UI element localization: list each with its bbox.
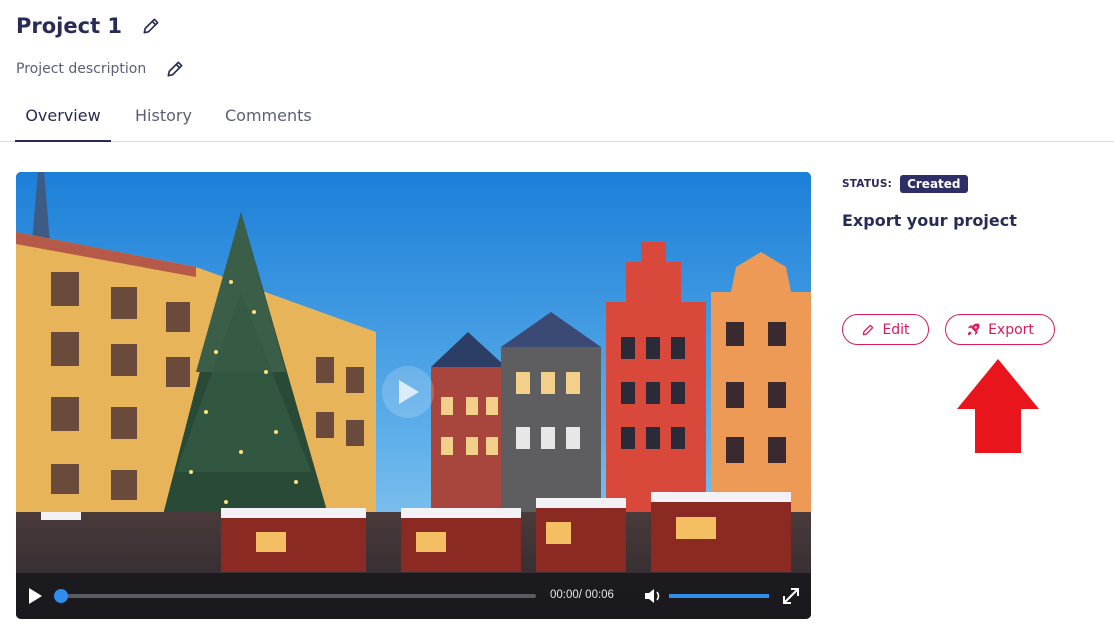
volume-slider[interactable] (669, 594, 769, 598)
project-title: Project 1 (16, 14, 123, 38)
pencil-icon (143, 18, 159, 34)
time-display: 00:00/ 00:06 (550, 589, 614, 601)
video-controls: 00:00/ 00:06 (16, 573, 811, 619)
volume-icon (645, 589, 660, 603)
fullscreen-icon (783, 588, 799, 604)
mute-button[interactable] (644, 587, 664, 605)
progress-bar[interactable] (54, 589, 536, 603)
tab-history[interactable]: History (135, 106, 192, 142)
progress-scrubber[interactable] (54, 589, 68, 603)
status-label: STATUS: (842, 178, 893, 190)
big-play-button[interactable] (382, 366, 434, 418)
video-player[interactable]: 00:00/ 00:06 (16, 172, 811, 619)
export-heading: Export your project (842, 211, 1017, 230)
pencil-icon (167, 61, 183, 77)
play-icon (399, 380, 419, 404)
pencil-icon (861, 323, 875, 337)
fullscreen-button[interactable] (781, 586, 801, 606)
edit-title-button[interactable] (140, 15, 162, 37)
edit-button-label: Edit (882, 321, 910, 338)
status-row: STATUS: Created (842, 175, 968, 193)
project-description: Project description (16, 61, 147, 77)
status-badge: Created (900, 175, 968, 193)
play-icon (29, 588, 42, 604)
tab-comments[interactable]: Comments (225, 106, 312, 142)
edit-description-button[interactable] (164, 58, 186, 80)
tab-overview[interactable]: Overview (15, 106, 111, 142)
play-pause-button[interactable] (26, 587, 44, 605)
annotation-up-arrow-icon (957, 359, 1039, 453)
export-button[interactable]: Export (945, 314, 1055, 345)
tab-bar: Overview History Comments (0, 98, 1114, 142)
export-button-label: Export (988, 321, 1034, 338)
project-title-row: Project 1 (16, 14, 162, 38)
rocket-icon (966, 322, 981, 337)
edit-button[interactable]: Edit (842, 314, 929, 345)
project-description-row: Project description (16, 58, 186, 80)
